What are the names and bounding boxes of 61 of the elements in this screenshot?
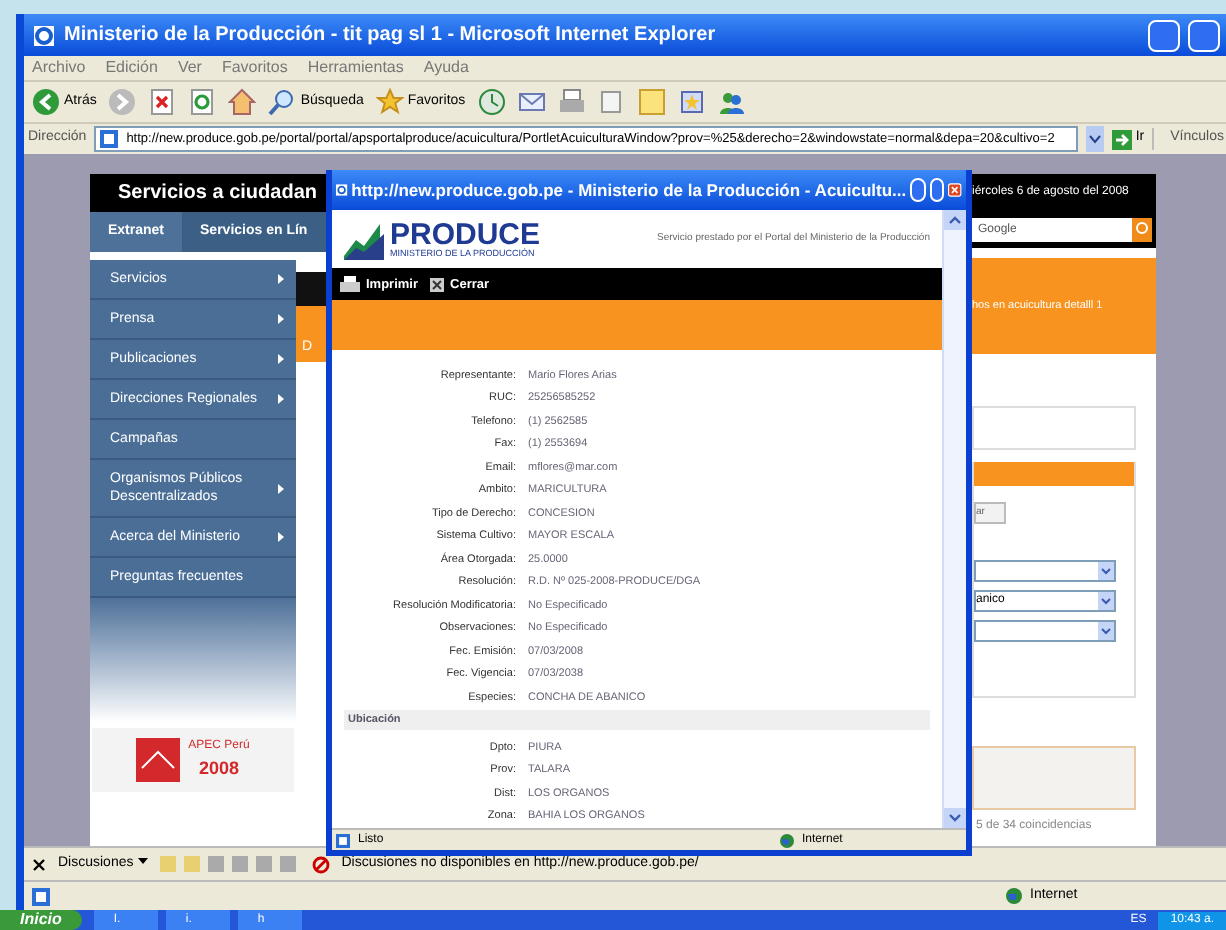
submenu-arrow-icon (278, 314, 284, 324)
clock-icon[interactable] (477, 88, 506, 116)
go-arrow-icon (1111, 129, 1132, 149)
window-title: Ministerio de la Producción - tit pag sl 1 - Microsoft Internet Explorer (64, 22, 718, 50)
dropdown-arrow-icon (1098, 622, 1114, 640)
dropdown[interactable] (974, 620, 1116, 642)
document-icon[interactable] (597, 88, 626, 116)
maximize-button[interactable] (1188, 19, 1220, 51)
banner-year: 2008 (198, 755, 240, 782)
menu-item[interactable]: Ver (177, 56, 202, 80)
globe-icon (1006, 888, 1022, 904)
star-page-icon[interactable] (677, 88, 706, 116)
refresh-icon[interactable] (188, 88, 217, 116)
caret-icon (137, 858, 148, 865)
logo-icon (344, 219, 384, 260)
people-icon[interactable] (717, 88, 746, 116)
browser-icon (336, 180, 348, 200)
start-button[interactable]: Inicio (0, 910, 82, 930)
scrollbar[interactable] (942, 210, 966, 828)
menu-item[interactable]: Archivo (32, 56, 86, 80)
printer-icon[interactable] (557, 88, 586, 116)
menu-item[interactable]: Favoritos (221, 56, 288, 80)
house-icon[interactable] (228, 88, 257, 116)
menu-item[interactable]: Edición (105, 56, 158, 80)
minimize-button[interactable] (1148, 19, 1180, 51)
header-title: Servicios a ciudadan (116, 180, 319, 208)
menu-item[interactable]: Herramientas (307, 56, 404, 80)
dropdown-arrow-icon (1098, 592, 1114, 610)
printer-icon (340, 276, 360, 293)
page-icon (336, 833, 350, 847)
search-icon[interactable] (1132, 218, 1152, 242)
logo-text: PRODUCE (390, 219, 541, 250)
content-header (296, 272, 326, 306)
search-icon (268, 88, 297, 116)
globe-icon (780, 833, 794, 847)
close-button[interactable] (948, 178, 963, 202)
star-icon (375, 88, 404, 116)
minimize-button[interactable] (910, 178, 926, 202)
page-icon (32, 887, 50, 905)
submenu-arrow-icon (278, 532, 284, 542)
maximize-button[interactable] (929, 178, 945, 202)
unavailable-icon (311, 855, 330, 873)
note-icon[interactable] (637, 88, 666, 116)
apec-logo-icon (136, 738, 181, 782)
browser-icon (32, 23, 56, 47)
page-icon (100, 130, 119, 148)
scroll-up-icon[interactable] (944, 210, 966, 230)
scroll-down-icon[interactable] (944, 808, 966, 828)
dropdown[interactable] (974, 560, 1116, 582)
dropdown-arrow-icon (1098, 562, 1114, 580)
window-title: http://new.produce.gob.pe - Ministerio de la Producción - Acuicultu... (351, 177, 907, 203)
submenu-arrow-icon (278, 483, 284, 493)
discussion-tools-icon[interactable] (159, 854, 300, 874)
submenu-arrow-icon (278, 394, 284, 404)
menu-item[interactable]: Ayuda (423, 56, 469, 80)
close-box-icon (430, 277, 445, 292)
close-icon[interactable] (32, 857, 46, 871)
envelope-icon[interactable] (517, 88, 546, 116)
submenu-arrow-icon (278, 354, 284, 364)
stop-icon[interactable] (148, 88, 177, 116)
submenu-arrow-icon (278, 274, 284, 284)
